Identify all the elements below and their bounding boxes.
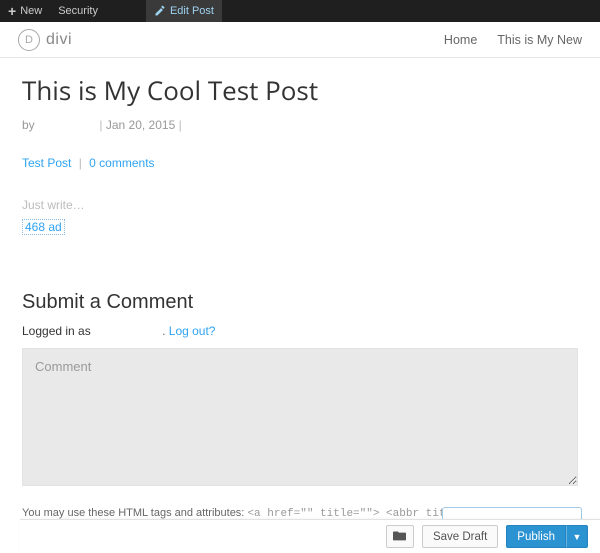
plus-icon: +: [8, 4, 16, 18]
publish-button-group: Publish ▼: [506, 525, 588, 548]
folder-icon: [393, 529, 406, 545]
comments-loggedin: Logged in as . Log out?: [22, 324, 578, 338]
meta-by-label: by: [22, 118, 35, 132]
logo-text: divi: [46, 31, 72, 49]
logout-link[interactable]: Log out?: [169, 324, 216, 338]
meta-date: Jan 20, 2015: [106, 118, 175, 132]
adminbar-new-label: New: [20, 5, 42, 17]
nav-post[interactable]: This is My New: [497, 33, 582, 47]
tax-sep: |: [79, 156, 82, 170]
adminbar-security-label: Security: [58, 5, 98, 17]
post-taxonomy-line: Test Post | 0 comments: [22, 156, 578, 170]
pencil-icon: [154, 5, 166, 17]
allowed-prefix: You may use these HTML tags and attribut…: [22, 507, 244, 519]
adminbar-edit-post[interactable]: Edit Post: [146, 0, 222, 22]
post-body-placeholder: Just write…: [22, 198, 578, 212]
media-button[interactable]: [386, 525, 414, 548]
logo-icon: D: [18, 29, 40, 51]
loggedin-prefix: Logged in as: [22, 324, 91, 338]
adminbar-new[interactable]: + New: [0, 0, 50, 22]
post-category-link[interactable]: Test Post: [22, 156, 71, 170]
post-title: This is My Cool Test Post: [22, 72, 578, 108]
save-draft-button[interactable]: Save Draft: [422, 525, 498, 548]
post-comments-link[interactable]: 0 comments: [89, 156, 154, 170]
partial-button-outline: [442, 507, 582, 519]
adminbar-security[interactable]: Security: [50, 0, 106, 22]
meta-sep-2: |: [179, 118, 182, 132]
meta-sep: |: [99, 118, 102, 132]
nav-home[interactable]: Home: [444, 33, 477, 47]
site-logo[interactable]: D divi: [18, 29, 72, 51]
loggedin-dot: .: [162, 324, 165, 338]
chevron-down-icon: ▼: [573, 532, 582, 542]
publish-button[interactable]: Publish: [506, 525, 566, 548]
post-meta: by | Jan 20, 2015 |: [22, 118, 578, 132]
publish-options-caret[interactable]: ▼: [566, 525, 588, 548]
site-header: D divi Home This is My New: [0, 22, 600, 58]
ad-468[interactable]: 468 ad: [22, 219, 65, 235]
comment-textarea[interactable]: [22, 348, 578, 486]
comments-heading: Submit a Comment: [22, 291, 578, 314]
wp-admin-bar: + New Security Edit Post: [0, 0, 600, 22]
main-content: This is My Cool Test Post by | Jan 20, 2…: [0, 58, 600, 553]
adminbar-edit-label: Edit Post: [170, 5, 214, 17]
publish-bar: Save Draft Publish ▼: [20, 519, 600, 553]
primary-nav: Home This is My New: [444, 33, 582, 47]
